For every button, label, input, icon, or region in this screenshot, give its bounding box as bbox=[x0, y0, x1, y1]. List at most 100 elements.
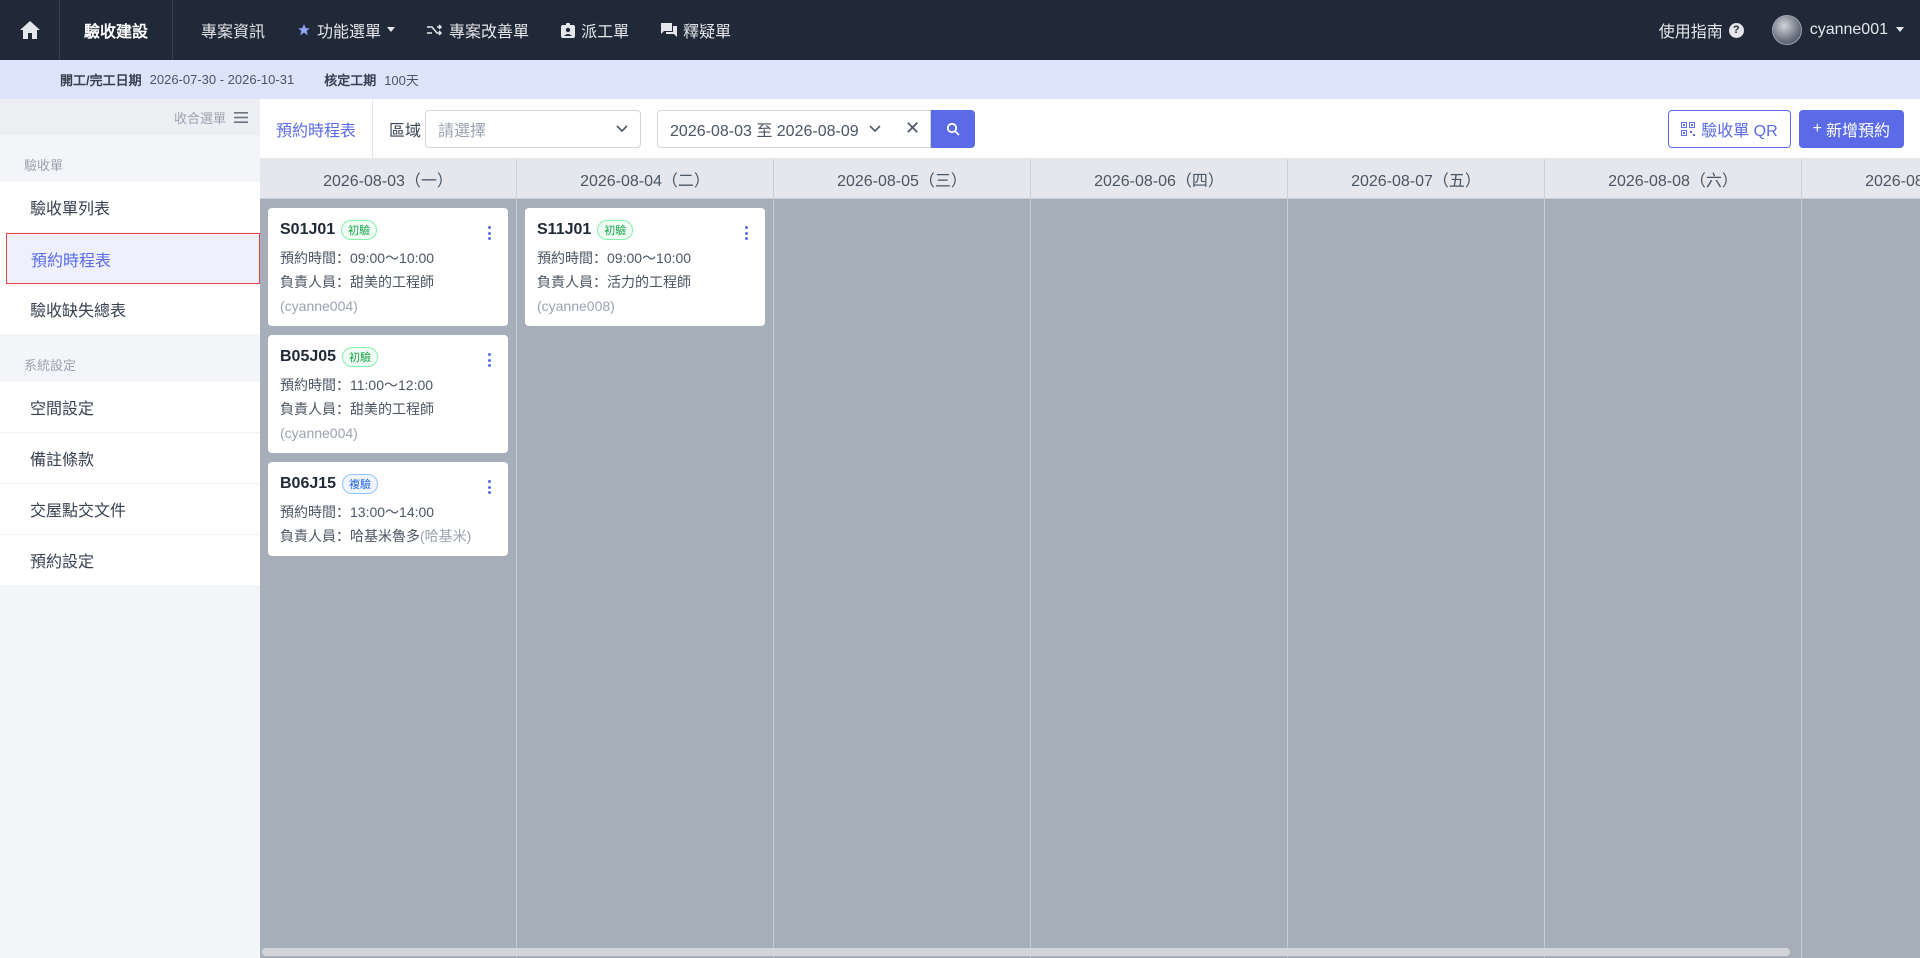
toolbar: 預約時程表 區域 請選擇 2026-08-03 至 2026-08-09 ✕ 驗… bbox=[260, 98, 1920, 159]
booking-account: (哈基米) bbox=[420, 528, 472, 544]
day-column[interactable] bbox=[1545, 199, 1802, 958]
booking-person-row: 負責人員：哈基米魯多(哈基米) bbox=[280, 524, 496, 548]
day-column[interactable]: S01J01 初驗預約時間：09:00〜10:00 負責人員：甜美的工程師 (cyan… bbox=[260, 199, 517, 958]
sidebar-item-booking-settings[interactable]: 預約設定 bbox=[0, 535, 260, 586]
booking-person: 負責人員：活力的工程師 bbox=[537, 274, 691, 290]
day-header: 2026-08-09（日） bbox=[1802, 159, 1920, 198]
nav-label: 派工單 bbox=[581, 24, 630, 41]
date-label: 開工/完工日期 bbox=[60, 73, 142, 88]
new-booking-label: 新增預約 bbox=[1825, 122, 1890, 140]
day-header: 2026-08-08（六） bbox=[1545, 159, 1802, 198]
day-column[interactable] bbox=[774, 199, 1031, 958]
booking-time: 預約時間：09:00〜10:00 bbox=[280, 250, 435, 266]
user-guide-link[interactable]: 使用指南 ? bbox=[1631, 18, 1772, 42]
plus-icon: + bbox=[1812, 119, 1822, 137]
home-icon bbox=[19, 21, 40, 39]
new-booking-button[interactable]: + 新增預約 bbox=[1798, 109, 1904, 148]
booking-account: (cyanne004) bbox=[280, 298, 358, 314]
horizontal-scrollbar[interactable] bbox=[262, 948, 1790, 956]
tab-schedule[interactable]: 預約時程表 bbox=[260, 98, 374, 159]
booking-account: (cyanne004) bbox=[280, 425, 358, 441]
booking-person: 負責人員：哈基米魯多 bbox=[280, 528, 420, 544]
day-column[interactable]: S11J01 初驗 預約時間：09:00〜10:00 負責人員：活力的工程師 (cyan… bbox=[517, 199, 774, 958]
day-header: 2026-08-06（四） bbox=[1031, 159, 1288, 198]
badge-icon bbox=[561, 22, 576, 38]
weekly-calendar: 2026-08-03（一） 2026-08-04（二） 2026-08-05（三） 2… bbox=[260, 159, 1920, 958]
sidebar-item-inspection-list[interactable]: 驗收單列表 bbox=[0, 182, 260, 233]
nav-improvement-order[interactable]: 專案改善單 bbox=[411, 0, 545, 60]
nav-label: 專案改善單 bbox=[449, 24, 530, 41]
home-button[interactable] bbox=[0, 0, 60, 60]
booking-card[interactable]: B06J15 複驗預約時間：13:00〜14:00 負責人員：哈基米魯多(哈基米) bbox=[268, 462, 508, 556]
chat-icon bbox=[661, 23, 678, 37]
sidebar-item-remarks[interactable]: 備註條款 bbox=[0, 433, 260, 484]
nav-project-info[interactable]: 專案資訊 bbox=[185, 0, 281, 60]
chevron-down-icon bbox=[616, 124, 628, 132]
booking-person: 負責人員：甜美的工程師 bbox=[280, 401, 434, 417]
booking-card[interactable]: B05J05 初驗 預約時間：11:00〜12:00 負責人員：甜美的工程師 (cyan… bbox=[268, 335, 508, 453]
top-navbar: 驗收建設 專案資訊 功能選單 專案改善單 派工單 釋疑單 使用指南 ? cyan… bbox=[0, 0, 1920, 60]
booking-time: 預約時間：09:00〜10:00 bbox=[537, 250, 692, 266]
avatar bbox=[1771, 15, 1802, 45]
date-range-picker[interactable]: 2026-08-03 至 2026-08-09 ✕ bbox=[657, 109, 932, 148]
booking-account: (cyanne008) bbox=[537, 298, 615, 314]
nav-clarification-order[interactable]: 釋疑單 bbox=[645, 0, 747, 60]
caret-down-icon bbox=[1896, 27, 1904, 32]
calendar-header: 2026-08-03（一） 2026-08-04（二） 2026-08-05（三） 2… bbox=[260, 159, 1920, 199]
qr-icon bbox=[1681, 121, 1696, 136]
area-placeholder: 請選擇 bbox=[438, 122, 487, 140]
calendar-body: S01J01 初驗預約時間：09:00〜10:00 負責人員：甜美的工程師 (cyan… bbox=[260, 199, 1920, 958]
project-brand[interactable]: 驗收建設 bbox=[60, 0, 174, 60]
shuffle-icon bbox=[427, 24, 443, 36]
collapse-label: 收合選單 bbox=[173, 110, 226, 126]
guide-label: 使用指南 bbox=[1658, 24, 1723, 41]
sidebar-item-space-settings[interactable]: 空間設定 bbox=[0, 382, 260, 433]
nav-function-menu[interactable]: 功能選單 bbox=[281, 0, 411, 60]
sidebar-item-schedule[interactable]: 預約時程表 bbox=[6, 233, 260, 284]
booking-person-row: 負責人員：活力的工程師 bbox=[537, 270, 753, 294]
help-icon: ? bbox=[1728, 22, 1744, 38]
search-icon bbox=[946, 122, 960, 136]
more-options-icon[interactable] bbox=[482, 226, 496, 240]
day-header: 2026-08-04（二） bbox=[517, 159, 774, 198]
booking-person-row: 負責人員：甜美的工程師 bbox=[280, 270, 496, 294]
project-info-bar: 開工/完工日期 2026-07-30 - 2026-10-31 核定工期 100… bbox=[0, 60, 1920, 99]
day-header: 2026-08-03（一） bbox=[260, 159, 517, 198]
booking-code: S11J01 bbox=[537, 221, 592, 238]
booking-time: 預約時間：13:00〜14:00 bbox=[280, 504, 435, 520]
sidebar: 收合選單 驗收單 驗收單列表 預約時程表 驗收缺失總表 系統設定 空間設定 備註… bbox=[0, 99, 260, 958]
user-menu[interactable]: cyanne001 bbox=[1771, 15, 1920, 45]
day-column[interactable] bbox=[1031, 199, 1288, 958]
area-select[interactable]: 請選擇 bbox=[425, 109, 642, 148]
status-badge: 複驗 bbox=[342, 474, 379, 494]
nav-dispatch-order[interactable]: 派工單 bbox=[545, 0, 645, 60]
hamburger-icon bbox=[234, 111, 248, 123]
period-label: 核定工期 bbox=[324, 73, 377, 88]
caret-down-icon bbox=[387, 27, 396, 32]
more-options-icon[interactable] bbox=[482, 480, 496, 494]
day-column[interactable] bbox=[1288, 199, 1545, 958]
booking-code: S01J01 bbox=[280, 221, 336, 238]
more-options-icon[interactable] bbox=[482, 353, 496, 367]
qr-button[interactable]: 驗收單 QR bbox=[1668, 109, 1791, 148]
status-badge: 初驗 bbox=[341, 220, 378, 240]
nav-label: 功能選單 bbox=[317, 24, 382, 41]
booking-person-row: 負責人員：甜美的工程師 bbox=[280, 397, 496, 421]
collapse-menu-button[interactable]: 收合選單 bbox=[0, 99, 260, 135]
username: cyanne001 bbox=[1809, 21, 1888, 38]
booking-code: B06J15 bbox=[280, 475, 337, 492]
more-options-icon[interactable] bbox=[739, 226, 753, 240]
booking-card[interactable]: S11J01 初驗 預約時間：09:00〜10:00 負責人員：活力的工程師 (cyan… bbox=[525, 208, 765, 326]
area-label: 區域 bbox=[389, 122, 422, 140]
sidebar-item-handover-docs[interactable]: 交屋點交文件 bbox=[0, 484, 260, 535]
day-column[interactable] bbox=[1802, 199, 1920, 958]
booking-card[interactable]: S01J01 初驗預約時間：09:00〜10:00 負責人員：甜美的工程師 (cyan… bbox=[268, 208, 508, 326]
clear-icon[interactable]: ✕ bbox=[905, 118, 920, 139]
day-header: 2026-08-07（五） bbox=[1288, 159, 1545, 198]
date-range-value: 2026-08-03 至 2026-08-09 bbox=[670, 122, 859, 140]
main-content: 預約時程表 區域 請選擇 2026-08-03 至 2026-08-09 ✕ 驗… bbox=[260, 98, 1920, 958]
sidebar-item-defect-summary[interactable]: 驗收缺失總表 bbox=[0, 284, 260, 335]
nav-label: 專案資訊 bbox=[201, 24, 266, 41]
qr-label: 驗收單 QR bbox=[1701, 122, 1778, 140]
search-button[interactable] bbox=[931, 109, 976, 148]
